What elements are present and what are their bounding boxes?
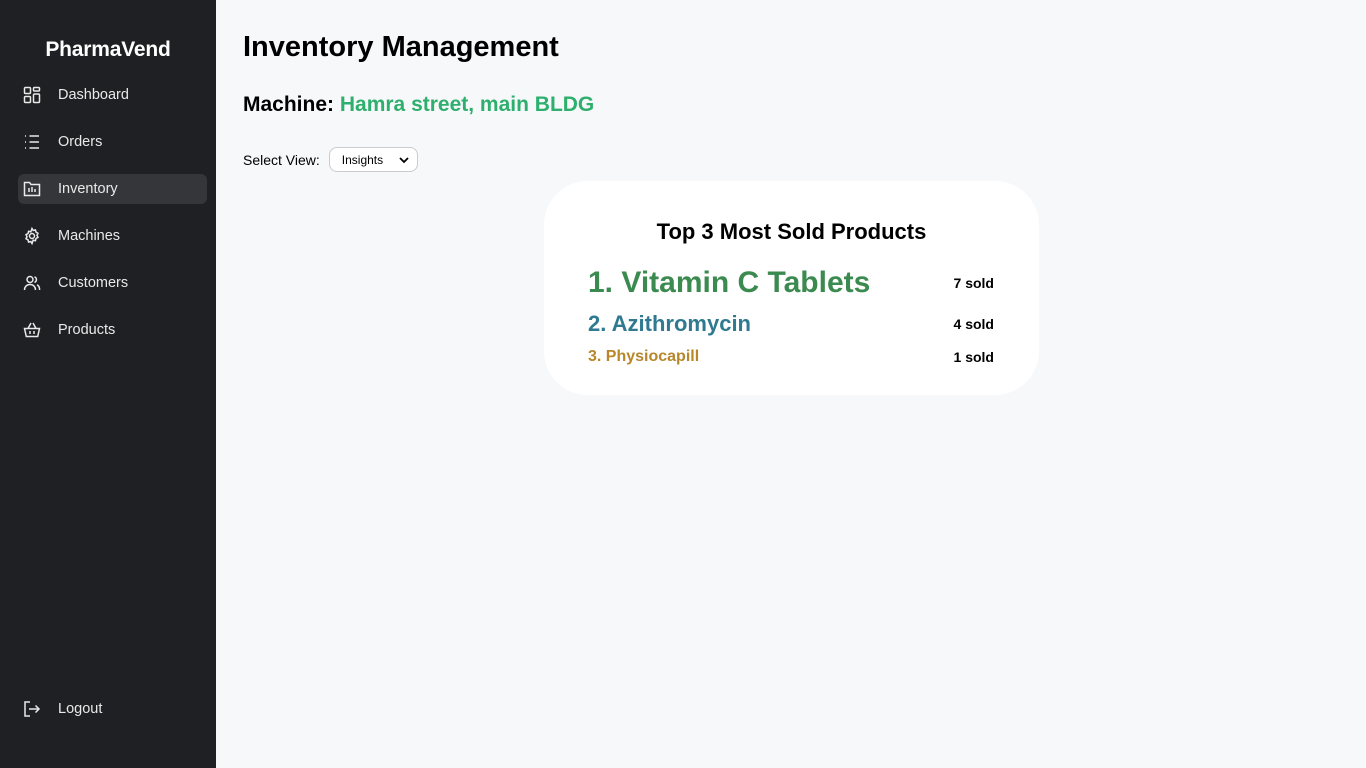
sold-count: 7 sold	[953, 275, 994, 291]
page-title: Inventory Management	[243, 31, 559, 63]
gear-icon	[23, 227, 41, 245]
sidebar-item-label: Dashboard	[58, 87, 129, 103]
main-content: Inventory Management Machine: Hamra stre…	[216, 0, 1366, 768]
sidebar-item-label: Inventory	[58, 181, 118, 197]
top-products-card: Top 3 Most Sold Products 1. Vitamin C Ta…	[544, 181, 1039, 395]
sidebar: PharmaVend Dashboard Orders Inventory Ma…	[0, 0, 216, 768]
machine-name: Hamra street, main BLDG	[339, 93, 595, 116]
card-title: Top 3 Most Sold Products	[656, 219, 927, 244]
product-name: 2. Azithromycin	[588, 311, 751, 336]
inventory-icon	[23, 180, 41, 198]
logout-icon	[23, 700, 41, 718]
sidebar-item-customers[interactable]: Customers	[18, 268, 207, 298]
sidebar-item-label: Customers	[58, 275, 129, 291]
product-name: 3. Physiocapill	[588, 348, 700, 365]
chevron-down-icon	[399, 153, 409, 167]
machine-heading: Machine: Hamra street, main BLDG	[243, 93, 594, 117]
sidebar-item-label: Products	[58, 322, 116, 338]
sidebar-item-products[interactable]: Products	[18, 315, 207, 345]
logout-button[interactable]: Logout	[18, 694, 207, 724]
view-selector-row: Select View: Insights	[243, 147, 418, 172]
logout-label: Logout	[58, 701, 103, 717]
view-select-label: Select View:	[243, 151, 320, 168]
sidebar-item-dashboard[interactable]: Dashboard	[18, 80, 207, 110]
brand-logo: PharmaVend	[45, 38, 171, 61]
basket-icon	[23, 321, 41, 339]
list-icon	[23, 133, 41, 151]
product-name: 1. Vitamin C Tablets	[588, 266, 871, 299]
sidebar-item-label: Machines	[58, 228, 121, 244]
dashboard-icon	[23, 86, 41, 104]
sold-count: 4 sold	[953, 316, 994, 332]
sidebar-item-orders[interactable]: Orders	[18, 127, 207, 157]
sidebar-item-machines[interactable]: Machines	[18, 221, 207, 251]
machine-label: Machine:	[243, 93, 335, 116]
sidebar-nav: Dashboard Orders Inventory Machines Cust…	[18, 80, 207, 362]
view-select[interactable]: Insights	[328, 147, 418, 172]
list-item: 2. Azithromycin 4 sold	[588, 311, 994, 337]
list-item: 1. Vitamin C Tablets 7 sold	[588, 266, 994, 300]
list-item: 3. Physiocapill 1 sold	[588, 348, 994, 366]
sidebar-item-inventory[interactable]: Inventory	[18, 174, 207, 204]
users-icon	[23, 274, 41, 292]
sold-count: 1 sold	[953, 349, 994, 365]
view-select-value: Insights	[341, 152, 384, 167]
sidebar-item-label: Orders	[58, 134, 103, 150]
